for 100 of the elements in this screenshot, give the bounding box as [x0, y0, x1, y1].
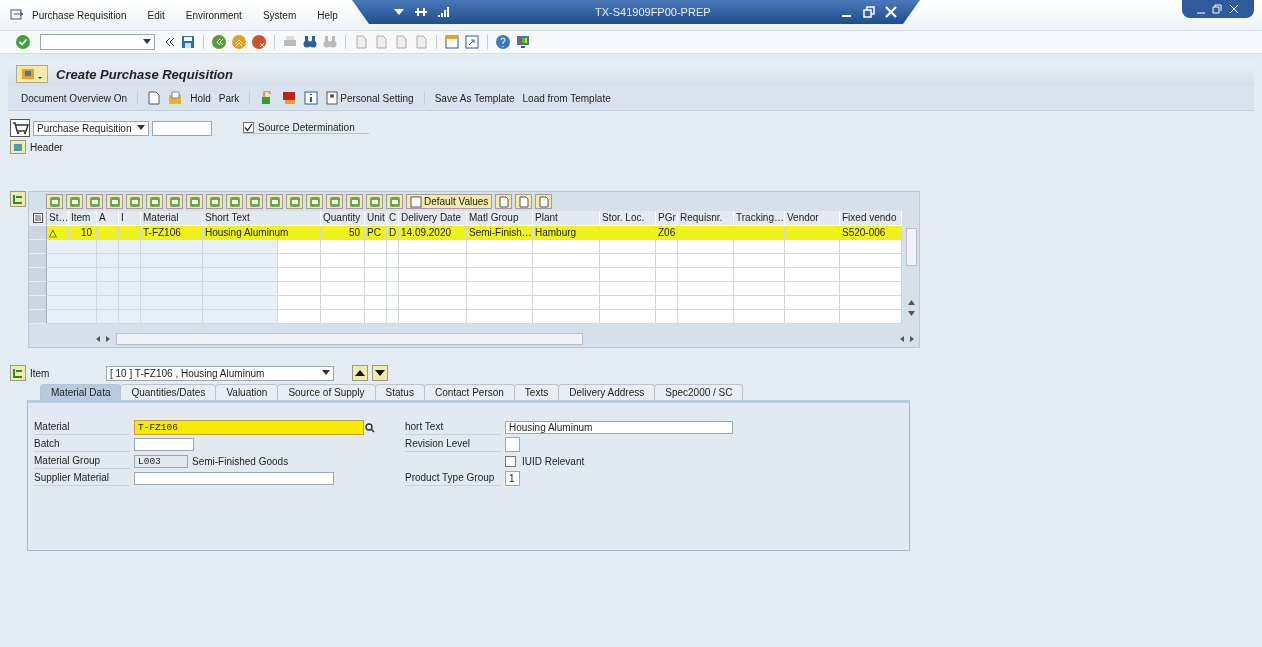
- command-field[interactable]: [40, 34, 155, 50]
- page-icon[interactable]: [374, 35, 388, 49]
- column-header[interactable]: C: [387, 211, 399, 225]
- scroll-down-icon[interactable]: [907, 311, 915, 316]
- material-field[interactable]: T-FZ106: [134, 420, 364, 435]
- product-type-group-field[interactable]: 1: [505, 471, 520, 486]
- save-icon[interactable]: [181, 35, 195, 49]
- row-selector[interactable]: [29, 282, 47, 296]
- toolbar-button[interactable]: Park: [218, 92, 240, 104]
- document-number-field[interactable]: [152, 120, 212, 136]
- column-header[interactable]: Fixed vendo: [840, 211, 902, 225]
- column-header[interactable]: PGr: [656, 211, 678, 225]
- monitor-icon[interactable]: [516, 35, 530, 49]
- batch-field[interactable]: [134, 438, 194, 451]
- back-icon[interactable]: [212, 35, 226, 49]
- chevron-icon[interactable]: [165, 37, 175, 47]
- tab[interactable]: Status: [374, 384, 425, 400]
- column-header[interactable]: Delivery Date: [399, 211, 467, 225]
- row-selector[interactable]: [29, 254, 47, 268]
- toolbar-button[interactable]: Hold: [190, 92, 211, 104]
- collapse-icon[interactable]: [10, 191, 26, 207]
- short-text-field[interactable]: Housing Aluminum: [505, 421, 733, 434]
- document-icon[interactable]: [386, 194, 403, 209]
- default-values-button[interactable]: Default Values: [406, 194, 493, 209]
- caret-icon[interactable]: [322, 370, 330, 376]
- supplier-material-field[interactable]: [134, 472, 334, 485]
- horizontal-scrollbar[interactable]: [96, 333, 914, 345]
- tab[interactable]: Valuation: [215, 384, 279, 400]
- close-icon[interactable]: [884, 6, 897, 18]
- column-header[interactable]: Item: [69, 211, 97, 225]
- tab[interactable]: Delivery Address: [558, 384, 656, 400]
- column-header[interactable]: Plant: [533, 211, 600, 225]
- scroll-up-icon[interactable]: [907, 300, 915, 305]
- document-icon[interactable]: [535, 194, 553, 209]
- pin-icon[interactable]: [414, 6, 428, 18]
- toolbar-button[interactable]: Load from Template: [522, 92, 611, 104]
- document-icon[interactable]: [515, 194, 533, 209]
- tab[interactable]: Contact Person: [423, 384, 515, 400]
- column-header[interactable]: Requisnr.: [678, 211, 734, 225]
- column-header[interactable]: A: [97, 211, 119, 225]
- help-icon[interactable]: [496, 35, 510, 49]
- shortcut-icon[interactable]: [465, 35, 479, 49]
- caret-icon[interactable]: [394, 8, 404, 16]
- document-type-dropdown[interactable]: Purchase Requisition: [33, 120, 149, 136]
- folder-icon[interactable]: [168, 91, 183, 105]
- page-icon[interactable]: [354, 35, 368, 49]
- tab[interactable]: Source of Supply: [277, 384, 376, 400]
- tab[interactable]: Material Data: [40, 384, 122, 400]
- collapse-icon[interactable]: [10, 365, 26, 381]
- page-icon[interactable]: [414, 35, 428, 49]
- page-icon[interactable]: [394, 35, 408, 49]
- column-header[interactable]: St…: [47, 211, 69, 225]
- column-header[interactable]: Material: [141, 211, 203, 225]
- tab[interactable]: Quantities/Dates: [120, 384, 217, 400]
- checkbox[interactable]: [505, 456, 516, 467]
- menu-icon[interactable]: [10, 9, 24, 21]
- message-icon[interactable]: [282, 91, 297, 105]
- window-icon[interactable]: [445, 35, 459, 49]
- column-header[interactable]: Unit: [365, 211, 387, 225]
- column-header[interactable]: Stor. Loc.: [600, 211, 656, 225]
- cancel-icon[interactable]: [252, 35, 266, 49]
- next-item-button[interactable]: [372, 365, 388, 381]
- toolbar-button[interactable]: Personal Setting: [326, 91, 414, 105]
- menu-item[interactable]: Help: [317, 9, 338, 21]
- expand-icon[interactable]: [10, 140, 26, 154]
- scroll-arrows-icon[interactable]: [96, 336, 110, 342]
- caret-icon[interactable]: [137, 125, 145, 131]
- checkbox[interactable]: [243, 122, 254, 133]
- row-selector[interactable]: [29, 310, 47, 324]
- menu-item[interactable]: Edit: [147, 9, 165, 21]
- menu-item[interactable]: Environment: [185, 9, 242, 21]
- tab[interactable]: Texts: [513, 384, 560, 400]
- item-dropdown[interactable]: [ 10 ] T-FZ106 , Housing Aluminum: [106, 365, 334, 381]
- column-header[interactable]: Matl Group: [467, 211, 533, 225]
- toolbar-button[interactable]: Save As Template: [434, 92, 515, 104]
- document-icon[interactable]: [346, 194, 363, 209]
- tab[interactable]: Spec2000 / SC: [654, 384, 744, 400]
- exit-icon[interactable]: [232, 35, 246, 49]
- document-icon[interactable]: [148, 91, 161, 105]
- restore-icon[interactable]: [862, 6, 875, 18]
- enter-icon[interactable]: [16, 35, 30, 49]
- menu-icon[interactable]: [21, 68, 43, 80]
- scroll-arrows-icon[interactable]: [900, 336, 914, 342]
- column-header[interactable]: Quantity: [321, 211, 365, 225]
- row-selector[interactable]: [29, 296, 47, 310]
- transaction-menu-button[interactable]: [16, 65, 48, 83]
- column-header[interactable]: I: [119, 211, 141, 225]
- toolbar-button[interactable]: Document Overview On: [21, 92, 128, 104]
- search-icon[interactable]: [365, 422, 375, 433]
- cart-icon[interactable]: [10, 119, 30, 137]
- caret-icon[interactable]: [143, 39, 151, 45]
- previous-item-button[interactable]: [352, 365, 368, 381]
- document-icon[interactable]: [495, 194, 513, 209]
- column-header[interactable]: Tracking…: [734, 211, 785, 225]
- menu-item[interactable]: System: [262, 9, 297, 21]
- select-all-icon[interactable]: [29, 211, 47, 226]
- row-selector[interactable]: [29, 268, 47, 282]
- column-header[interactable]: Vendor: [785, 211, 840, 225]
- revision-level-field[interactable]: [505, 437, 520, 452]
- menu-item[interactable]: Purchase Requisition: [32, 9, 127, 21]
